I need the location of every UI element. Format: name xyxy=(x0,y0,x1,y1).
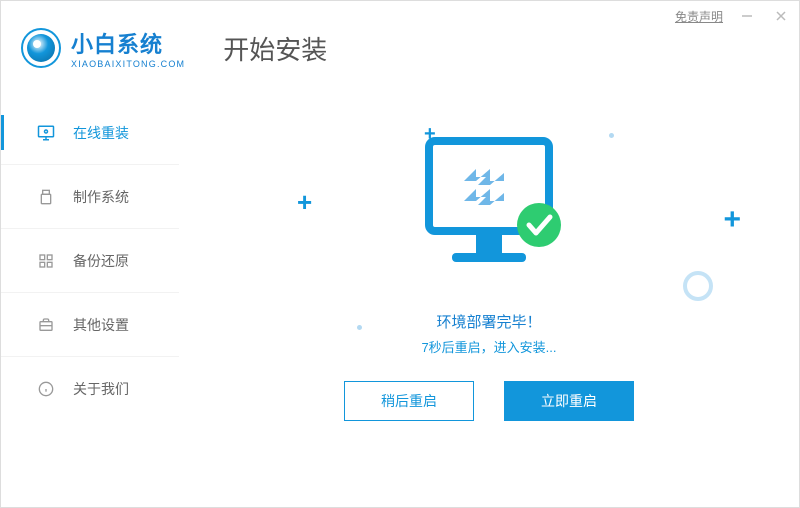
sidebar-item-label: 其他设置 xyxy=(73,315,129,335)
completion-illustration xyxy=(404,123,574,298)
sidebar-item-reinstall[interactable]: 在线重装 xyxy=(1,101,179,165)
plus-icon: + xyxy=(297,187,312,218)
main-panel: + + + xyxy=(179,75,799,491)
grid-icon xyxy=(37,252,55,270)
sidebar-item-settings[interactable]: 其他设置 xyxy=(1,293,179,357)
disclaimer-link[interactable]: 免责声明 xyxy=(675,8,723,25)
sidebar: 在线重装 制作系统 备份还原 其他设置 xyxy=(1,75,179,491)
sidebar-item-backup[interactable]: 备份还原 xyxy=(1,229,179,293)
app-window: 免责声明 小白系统 XIAOBAIXITONG.COM 开始安装 在线重装 xyxy=(0,0,800,508)
sidebar-item-label: 关于我们 xyxy=(73,379,129,399)
info-icon xyxy=(37,380,55,398)
restart-now-button[interactable]: 立即重启 xyxy=(504,381,634,421)
sidebar-item-label: 在线重装 xyxy=(73,123,129,143)
header: 小白系统 XIAOBAIXITONG.COM 开始安装 xyxy=(1,27,799,75)
brand-name: 小白系统 xyxy=(71,27,185,59)
usb-icon xyxy=(37,188,55,206)
app-logo xyxy=(21,28,61,68)
briefcase-icon xyxy=(37,316,55,334)
button-row: 稍后重启 立即重启 xyxy=(179,381,799,421)
ring-icon xyxy=(683,271,713,301)
page-title: 开始安装 xyxy=(223,30,327,67)
dot-icon xyxy=(609,133,614,138)
status-text: 环境部署完毕！ xyxy=(179,311,799,332)
brand-sub: XIAOBAIXITONG.COM xyxy=(71,59,185,69)
sidebar-item-create-system[interactable]: 制作系统 xyxy=(1,165,179,229)
restart-later-button[interactable]: 稍后重启 xyxy=(344,381,474,421)
sidebar-item-label: 备份还原 xyxy=(73,251,129,271)
plus-icon: + xyxy=(723,203,741,237)
brand-block: 小白系统 XIAOBAIXITONG.COM xyxy=(71,27,185,69)
monitor-icon xyxy=(37,124,55,142)
close-button[interactable] xyxy=(771,6,791,26)
minimize-button[interactable] xyxy=(737,6,757,26)
sidebar-item-about[interactable]: 关于我们 xyxy=(1,357,179,421)
countdown-text: 7秒后重启，进入安装... xyxy=(179,337,799,356)
sidebar-item-label: 制作系统 xyxy=(73,187,129,207)
